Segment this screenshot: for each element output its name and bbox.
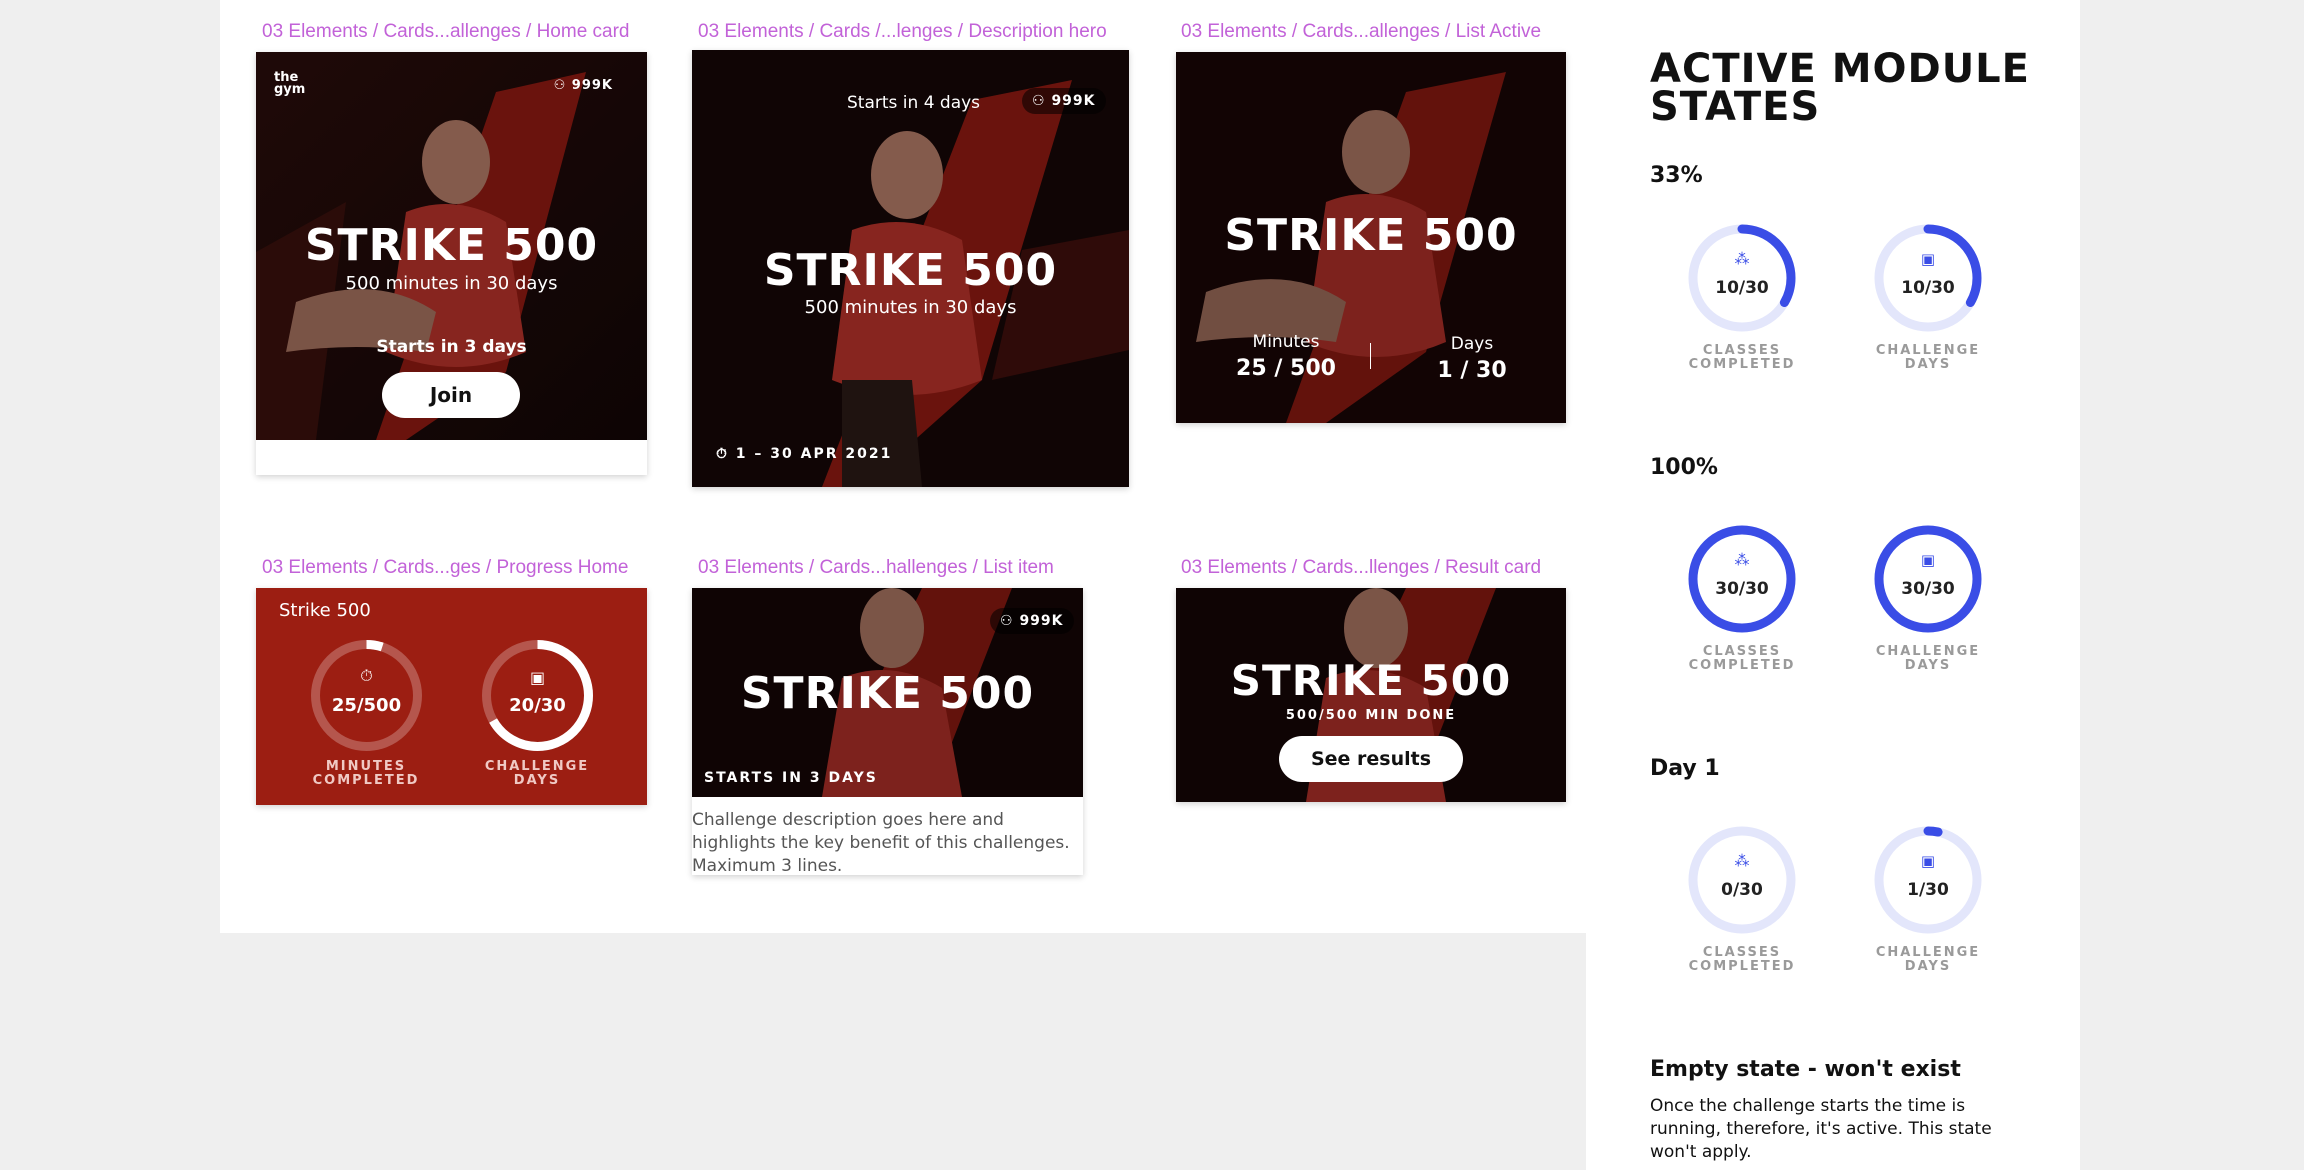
challenge-title: STRIKE 500 bbox=[740, 668, 1035, 719]
challenge-title: STRIKE 500 bbox=[304, 220, 599, 271]
starts-text: Starts in 4 days bbox=[847, 93, 981, 113]
classes-icon: ⁂ bbox=[1734, 853, 1750, 870]
date-range-value: 1 – 30 APR 2021 bbox=[735, 446, 893, 462]
starts-text: Starts in 3 days bbox=[376, 337, 527, 357]
participants-value: 999K bbox=[1051, 93, 1096, 109]
frame-label-progress-home[interactable]: 03 Elements / Cards...ges / Progress Hom… bbox=[262, 557, 628, 579]
home-card[interactable]: the gym ⚇ 999K STRIKE 500 500 minutes in… bbox=[256, 52, 647, 440]
state-title: 100% bbox=[1650, 455, 1718, 480]
frame-label-description-hero[interactable]: 03 Elements / Cards /...lenges / Descrip… bbox=[698, 21, 1107, 43]
calendar-icon: ▣ bbox=[1920, 251, 1936, 268]
participants-value: 999K bbox=[1019, 613, 1064, 629]
minutes-caption-line-1: MINUTES bbox=[325, 759, 407, 774]
date-range: ⏱ 1 – 30 APR 2021 bbox=[716, 446, 892, 462]
days-caption-line-2: DAYS bbox=[513, 773, 561, 788]
list-item-banner: ⚇ 999K STRIKE 500 STARTS IN 3 DAYS bbox=[692, 588, 1083, 797]
challenge-title: STRIKE 500 bbox=[1224, 210, 1518, 261]
days-value: 30/30 bbox=[1901, 579, 1955, 599]
participants-value: 999K bbox=[571, 78, 613, 93]
gym-logo: the gym bbox=[274, 70, 306, 97]
classes-caption: CLASSES COMPLETED bbox=[1688, 945, 1796, 974]
list-item-card[interactable]: ⚇ 999K STRIKE 500 STARTS IN 3 DAYS Chall… bbox=[692, 588, 1083, 876]
frame-label-home-card[interactable]: 03 Elements / Cards...allenges / Home ca… bbox=[262, 21, 630, 43]
challenge-subtitle: 500 minutes in 30 days bbox=[345, 273, 558, 294]
list-active-card[interactable]: STRIKE 500 Minutes 25 / 500 Days 1 / 30 bbox=[1176, 52, 1566, 423]
classes-caption: CLASSES COMPLETED bbox=[1688, 644, 1796, 673]
days-value: 1 / 30 bbox=[1437, 358, 1507, 383]
frame-label-list-active[interactable]: 03 Elements / Cards...allenges / List Ac… bbox=[1181, 21, 1541, 43]
progress-home-card[interactable]: Strike 500 ⏱ 25/500 MINUTES COMPLETED ▣ … bbox=[256, 588, 647, 805]
calendar-icon: ▣ bbox=[1920, 552, 1936, 569]
person-icon: ⚇ bbox=[1032, 93, 1052, 109]
minutes-done: 500/500 MIN DONE bbox=[1285, 708, 1457, 723]
state-title: Day 1 bbox=[1650, 756, 1720, 781]
classes-icon: ⁂ bbox=[1734, 552, 1750, 569]
frame-label-result-card[interactable]: 03 Elements / Cards...llenges / Result c… bbox=[1181, 557, 1541, 579]
classes-icon: ⁂ bbox=[1734, 251, 1750, 268]
starts-text: STARTS IN 3 DAYS bbox=[704, 770, 878, 786]
challenge-name: Strike 500 bbox=[279, 600, 371, 621]
stats-divider bbox=[1370, 343, 1371, 369]
days-value: 10/30 bbox=[1901, 278, 1955, 298]
person-icon: ⚇ bbox=[553, 78, 572, 93]
minutes-value: 25/500 bbox=[331, 695, 402, 716]
stopwatch-icon: ⏱ bbox=[360, 668, 373, 685]
empty-state-body: Once the challenge starts the time is ru… bbox=[1650, 1096, 1992, 1162]
state-title: 33% bbox=[1650, 163, 1703, 188]
challenge-title: STRIKE 500 bbox=[1230, 656, 1512, 705]
classes-value: 0/30 bbox=[1721, 880, 1763, 900]
frame-label-list-item[interactable]: 03 Elements / Cards...hallenges / List i… bbox=[698, 557, 1054, 579]
classes-value: 30/30 bbox=[1715, 579, 1769, 599]
challenge-title: STRIKE 500 bbox=[763, 245, 1058, 296]
participants-badge: ⚇ 999K bbox=[1022, 88, 1106, 114]
classes-caption: CLASSES COMPLETED bbox=[1688, 343, 1796, 372]
challenge-subtitle: 500 minutes in 30 days bbox=[804, 297, 1017, 318]
join-button[interactable]: Join bbox=[382, 372, 520, 418]
participants-count: ⚇ 999K bbox=[554, 78, 613, 93]
description-hero-card[interactable]: Starts in 4 days ⚇ 999K STRIKE 500 500 m… bbox=[692, 50, 1129, 487]
minutes-caption: MINUTES COMPLETED bbox=[296, 760, 436, 788]
days-caption: CHALLENGE DAYS bbox=[1875, 945, 1981, 974]
minutes-label: Minutes bbox=[1252, 332, 1320, 352]
days-caption: CHALLENGE DAYS bbox=[1875, 644, 1981, 673]
see-results-button[interactable]: See results bbox=[1279, 736, 1463, 782]
calendar-icon: ▣ bbox=[1920, 853, 1936, 870]
classes-value: 10/30 bbox=[1715, 278, 1769, 298]
days-label: Days bbox=[1450, 334, 1494, 354]
empty-state-title: Empty state - won't exist bbox=[1650, 1057, 1961, 1082]
days-caption-line-1: CHALLENGE bbox=[484, 759, 590, 774]
panel-heading: ACTIVE MODULE STATES bbox=[1650, 46, 2030, 130]
challenge-description: Challenge description goes here and high… bbox=[692, 810, 1070, 876]
minutes-caption-line-2: COMPLETED bbox=[312, 773, 420, 788]
days-value: 1/30 bbox=[1907, 880, 1949, 900]
days-caption: CHALLENGE DAYS bbox=[1875, 343, 1981, 372]
days-value: 20/30 bbox=[509, 695, 566, 716]
result-card[interactable]: STRIKE 500 500/500 MIN DONE See results bbox=[1176, 588, 1566, 802]
person-icon: ⚇ bbox=[1000, 613, 1020, 629]
minutes-value: 25 / 500 bbox=[1236, 356, 1336, 381]
calendar-icon: ▣ bbox=[529, 670, 546, 687]
days-caption: CHALLENGE DAYS bbox=[467, 760, 607, 788]
stopwatch-icon: ⏱ bbox=[716, 446, 736, 462]
participants-badge: ⚇ 999K bbox=[990, 608, 1074, 634]
